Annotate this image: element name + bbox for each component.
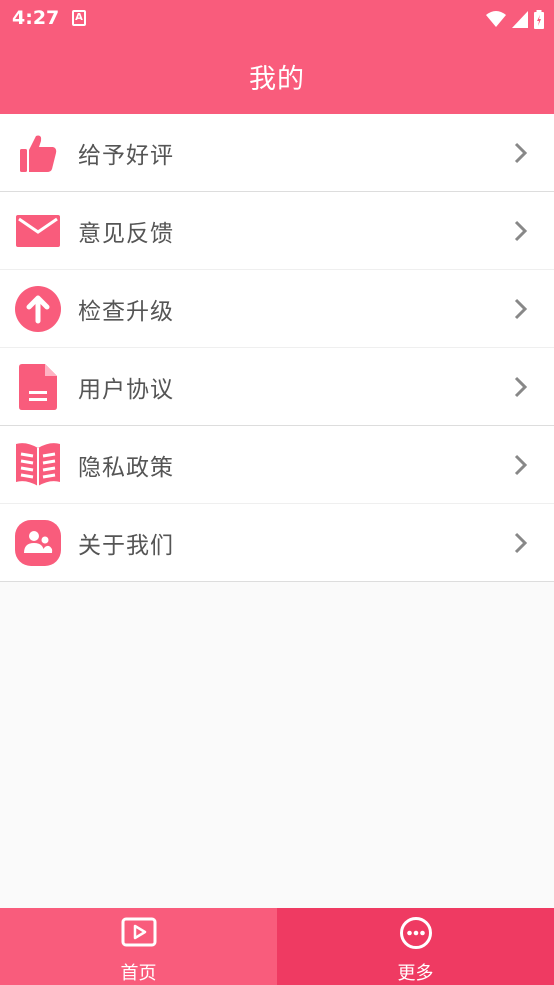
book-icon bbox=[14, 442, 62, 488]
menu-item-feedback[interactable]: 意见反馈 bbox=[0, 192, 554, 269]
chevron-right-icon bbox=[514, 376, 528, 398]
tab-label: 首页 bbox=[120, 963, 157, 984]
chevron-right-icon bbox=[514, 454, 528, 476]
upgrade-arrow-icon bbox=[14, 286, 62, 332]
menu-item-rate[interactable]: 给予好评 bbox=[0, 114, 554, 191]
chevron-right-icon bbox=[514, 220, 528, 242]
menu-group-1: 给予好评 bbox=[0, 114, 554, 192]
mail-icon bbox=[14, 208, 62, 254]
bottom-tab-bar: 首页 更多 bbox=[0, 908, 554, 985]
app-notification-icon: A bbox=[72, 10, 86, 26]
tab-home[interactable]: 首页 bbox=[0, 908, 277, 985]
menu-group-3: 隐私政策 关于我们 bbox=[0, 426, 554, 582]
people-icon bbox=[14, 520, 62, 566]
app-bar: 我的 bbox=[0, 38, 554, 114]
more-dots-icon bbox=[399, 917, 432, 949]
menu-group-2: 意见反馈 检查升级 用户协议 bbox=[0, 192, 554, 426]
wifi-icon bbox=[486, 11, 506, 27]
page-title: 我的 bbox=[249, 63, 305, 95]
menu-item-check-update[interactable]: 检查升级 bbox=[0, 269, 554, 347]
status-bar: 4:27 A bbox=[0, 0, 554, 38]
chevron-right-icon bbox=[514, 532, 528, 554]
menu-item-label: 用户协议 bbox=[78, 376, 174, 403]
chevron-right-icon bbox=[514, 142, 528, 164]
battery-icon bbox=[534, 9, 544, 29]
settings-menu: 给予好评 意见反馈 检查升级 用户协议 隐私政策 关于我们 bbox=[0, 114, 554, 582]
status-time: 4:27 bbox=[12, 7, 60, 29]
menu-item-privacy-policy[interactable]: 隐私政策 bbox=[0, 426, 554, 503]
tab-more[interactable]: 更多 bbox=[277, 908, 554, 985]
play-video-icon bbox=[121, 917, 156, 947]
menu-item-user-agreement[interactable]: 用户协议 bbox=[0, 347, 554, 425]
menu-item-about-us[interactable]: 关于我们 bbox=[0, 503, 554, 581]
menu-item-label: 给予好评 bbox=[78, 142, 174, 169]
menu-item-label: 意见反馈 bbox=[78, 220, 174, 247]
menu-item-label: 检查升级 bbox=[78, 298, 174, 325]
menu-item-label: 关于我们 bbox=[78, 532, 174, 559]
chevron-right-icon bbox=[514, 298, 528, 320]
menu-item-label: 隐私政策 bbox=[78, 454, 174, 481]
tab-label: 更多 bbox=[397, 963, 434, 984]
signal-icon bbox=[512, 10, 528, 28]
status-icons bbox=[486, 8, 544, 30]
document-icon bbox=[14, 364, 62, 410]
thumbs-up-icon bbox=[14, 130, 62, 176]
